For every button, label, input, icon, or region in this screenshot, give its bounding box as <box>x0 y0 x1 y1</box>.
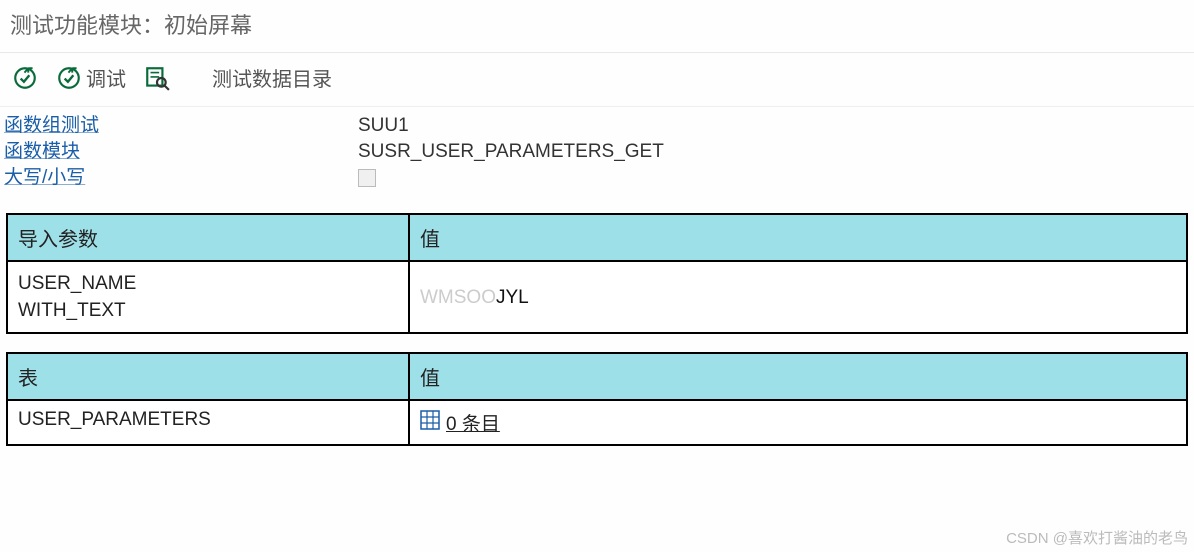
page-title: 测试功能模块：初始屏幕 <box>0 0 1194 53</box>
table-header-row: 表 值 <box>8 354 1186 401</box>
user-name-value-field[interactable]: WMSOOJYL <box>420 284 529 311</box>
case-label[interactable]: 大写/小写 <box>4 165 358 191</box>
func-group-value: SUU1 <box>358 113 409 139</box>
watermark-text: CSDN @喜欢打酱油的老鸟 <box>1006 527 1188 548</box>
test-data-directory-button[interactable]: 测试数据目录 <box>212 63 332 92</box>
table-header-left: 表 <box>8 354 410 399</box>
function-info: 函数组测试 SUU1 函数模块 SUSR_USER_PARAMETERS_GET… <box>0 107 1194 203</box>
debug-button[interactable]: 调试 <box>56 63 126 92</box>
value-suffix: JYL <box>496 287 529 308</box>
import-header-right: 值 <box>410 215 1186 260</box>
import-param-values: WMSOOJYL <box>410 262 1186 332</box>
param-with-text: WITH_TEXT <box>18 297 398 324</box>
tables-section: 表 值 USER_PARAMETERS 0 条目 <box>6 352 1188 446</box>
import-header-left: 导入参数 <box>8 215 410 260</box>
func-group-label[interactable]: 函数组测试 <box>4 113 358 139</box>
func-module-value: SUSR_USER_PARAMETERS_GET <box>358 139 664 165</box>
debug-label: 调试 <box>86 63 126 92</box>
with-text-value-field[interactable] <box>535 284 540 311</box>
import-header-row: 导入参数 值 <box>8 215 1186 262</box>
param-user-name: USER_NAME <box>18 270 398 297</box>
uppercase-lowercase-checkbox[interactable] <box>358 169 376 187</box>
func-module-label[interactable]: 函数模块 <box>4 139 358 165</box>
import-params-section: 导入参数 值 USER_NAME WITH_TEXT WMSOOJYL <box>6 213 1188 334</box>
toolbar: 调试 测试数据目录 <box>0 53 1194 107</box>
table-header-right: 值 <box>410 354 1186 399</box>
table-param-value: 0 条目 <box>410 401 1186 444</box>
table-grid-icon[interactable] <box>420 410 440 436</box>
import-param-names: USER_NAME WITH_TEXT <box>8 262 410 332</box>
import-body-row: USER_NAME WITH_TEXT WMSOOJYL <box>8 262 1186 332</box>
table-param-name: USER_PARAMETERS <box>8 401 410 444</box>
execute-icon[interactable] <box>12 65 38 91</box>
search-variant-icon[interactable] <box>144 65 170 91</box>
table-body-row: USER_PARAMETERS 0 条目 <box>8 401 1186 444</box>
value-prefix-faded: WMSOO <box>420 287 496 308</box>
entry-count-link[interactable]: 0 条目 <box>446 409 500 436</box>
